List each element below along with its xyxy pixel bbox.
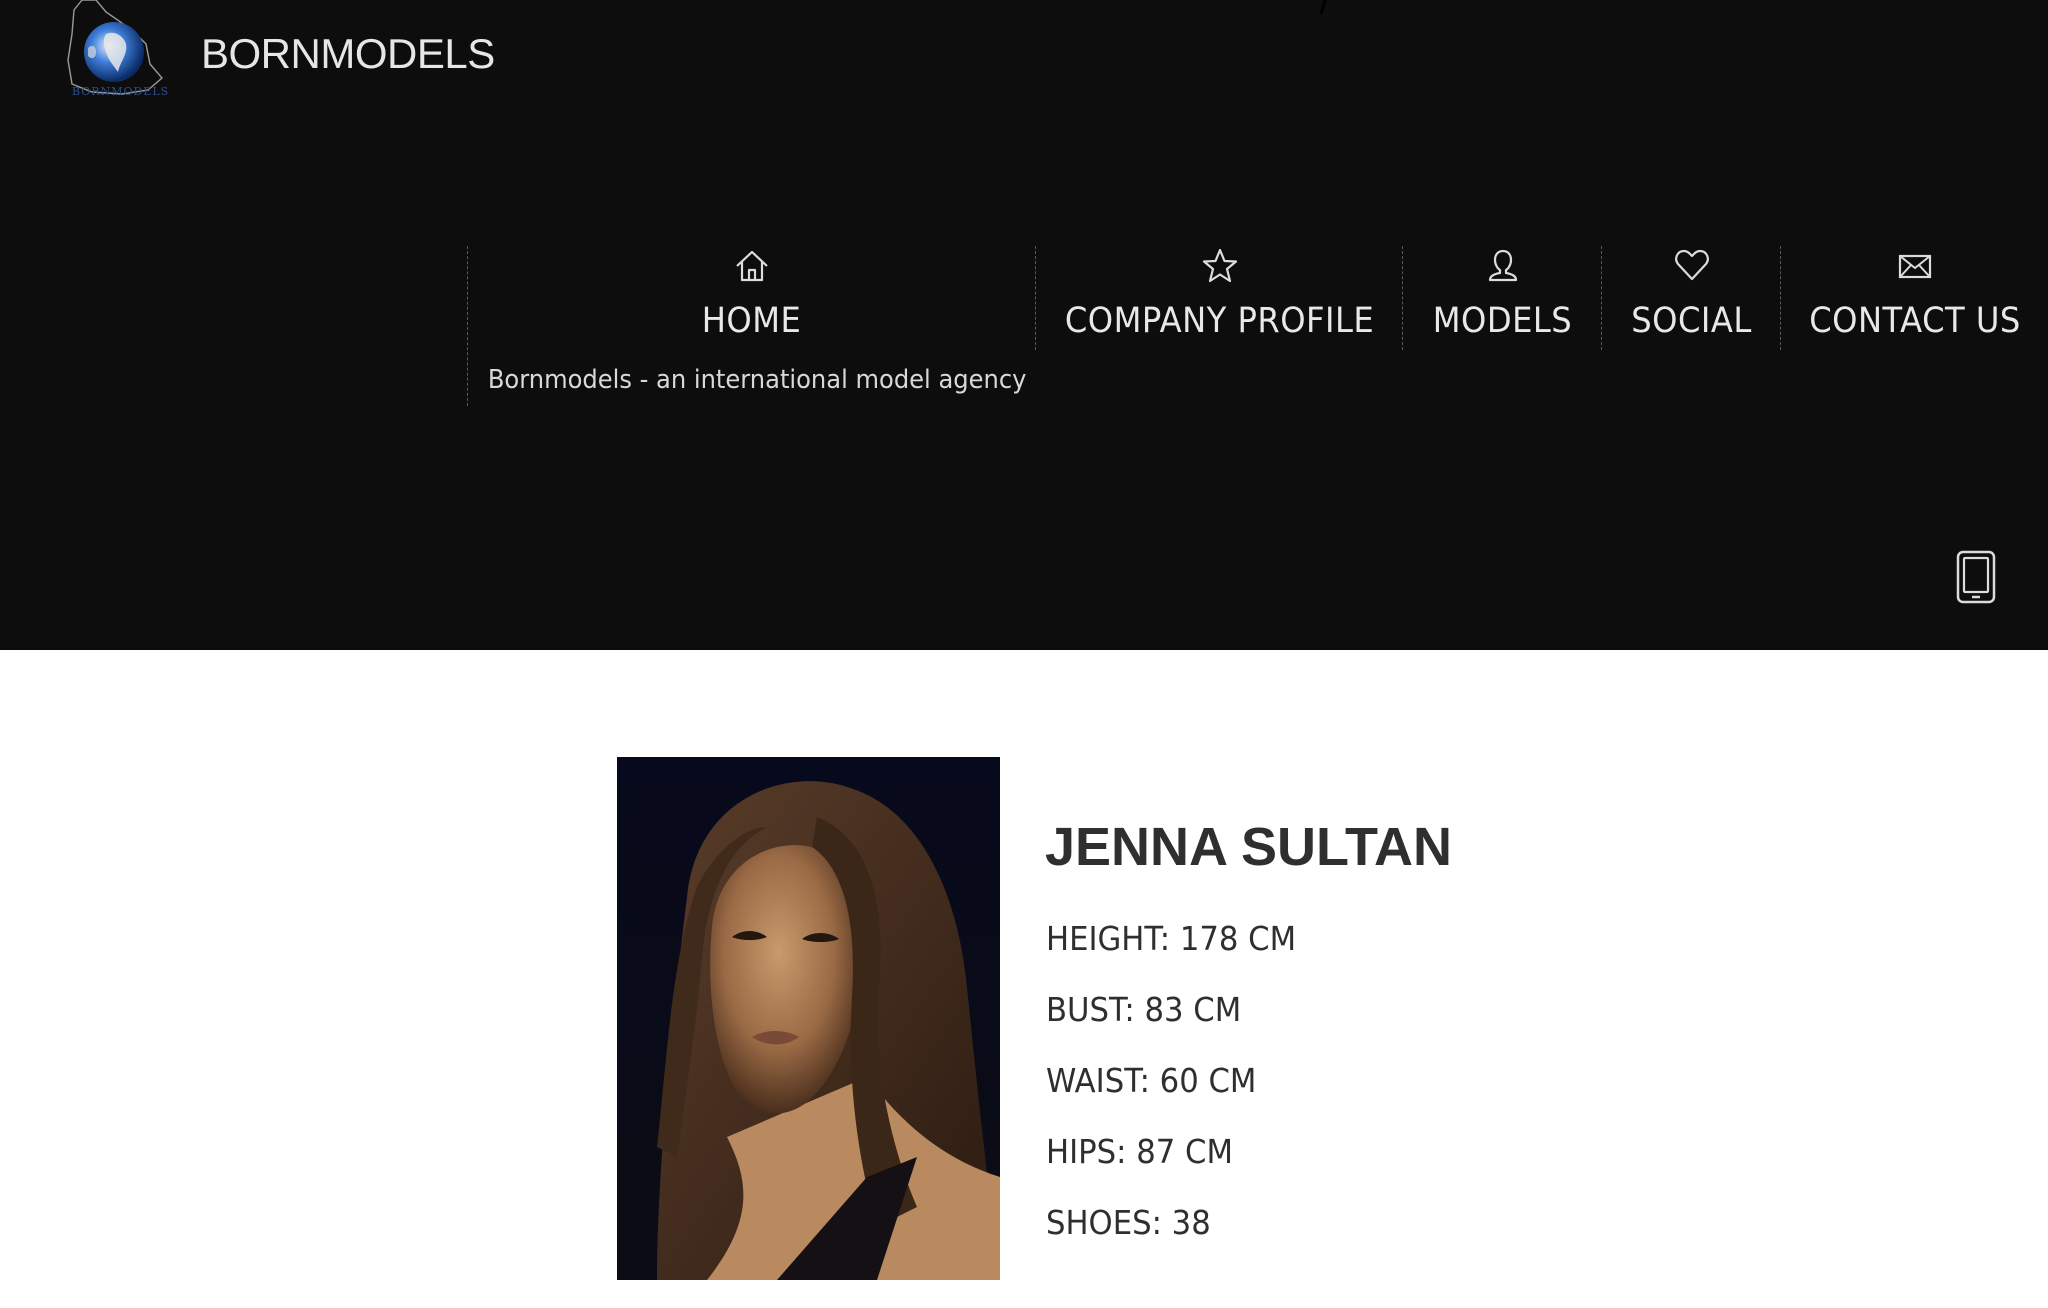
model-bust: BUST: 83 CM bbox=[1046, 990, 1242, 1029]
home-icon bbox=[735, 250, 768, 282]
stray-mark bbox=[1319, 0, 1327, 15]
nav-company-profile-label: COMPANY PROFILE bbox=[1064, 301, 1375, 341]
heart-icon bbox=[1674, 249, 1709, 281]
model-waist: WAIST: 60 CM bbox=[1046, 1061, 1257, 1100]
nav-models-label: MODELS bbox=[1432, 301, 1573, 341]
user-icon bbox=[1488, 249, 1517, 282]
model-hips: HIPS: 87 CM bbox=[1046, 1132, 1233, 1171]
nav-home-label: HOME bbox=[701, 301, 802, 341]
site-header: BORNMODELS BORNMODELS HOME Bornmodels - … bbox=[0, 0, 2048, 650]
envelope-icon bbox=[1898, 254, 1932, 279]
nav-company-profile[interactable]: COMPANY PROFILE bbox=[1035, 246, 1403, 350]
brand-name[interactable]: BORNMODELS bbox=[201, 30, 495, 78]
nav-contact-us[interactable]: CONTACT US bbox=[1780, 246, 2048, 350]
mobile-phone-icon[interactable] bbox=[1955, 550, 1997, 604]
agency-tagline: Bornmodels - an international model agen… bbox=[487, 365, 1027, 395]
nav-contact-us-label: CONTACT US bbox=[1809, 301, 2021, 341]
logo-caption: BORNMODELS bbox=[72, 85, 170, 98]
nav-social-label: SOCIAL bbox=[1631, 301, 1752, 341]
nav-home[interactable]: HOME Bornmodels - an international model… bbox=[467, 246, 1035, 406]
nav-models[interactable]: MODELS bbox=[1402, 246, 1602, 350]
model-photo bbox=[617, 757, 1000, 1280]
model-shoes: SHOES: 38 bbox=[1046, 1203, 1211, 1242]
model-height: HEIGHT: 178 CM bbox=[1046, 919, 1297, 958]
model-name: JENNA SULTAN bbox=[1045, 817, 1453, 877]
star-icon bbox=[1202, 248, 1237, 283]
model-portrait-image bbox=[617, 757, 1000, 1280]
nav-social[interactable]: SOCIAL bbox=[1601, 246, 1781, 350]
